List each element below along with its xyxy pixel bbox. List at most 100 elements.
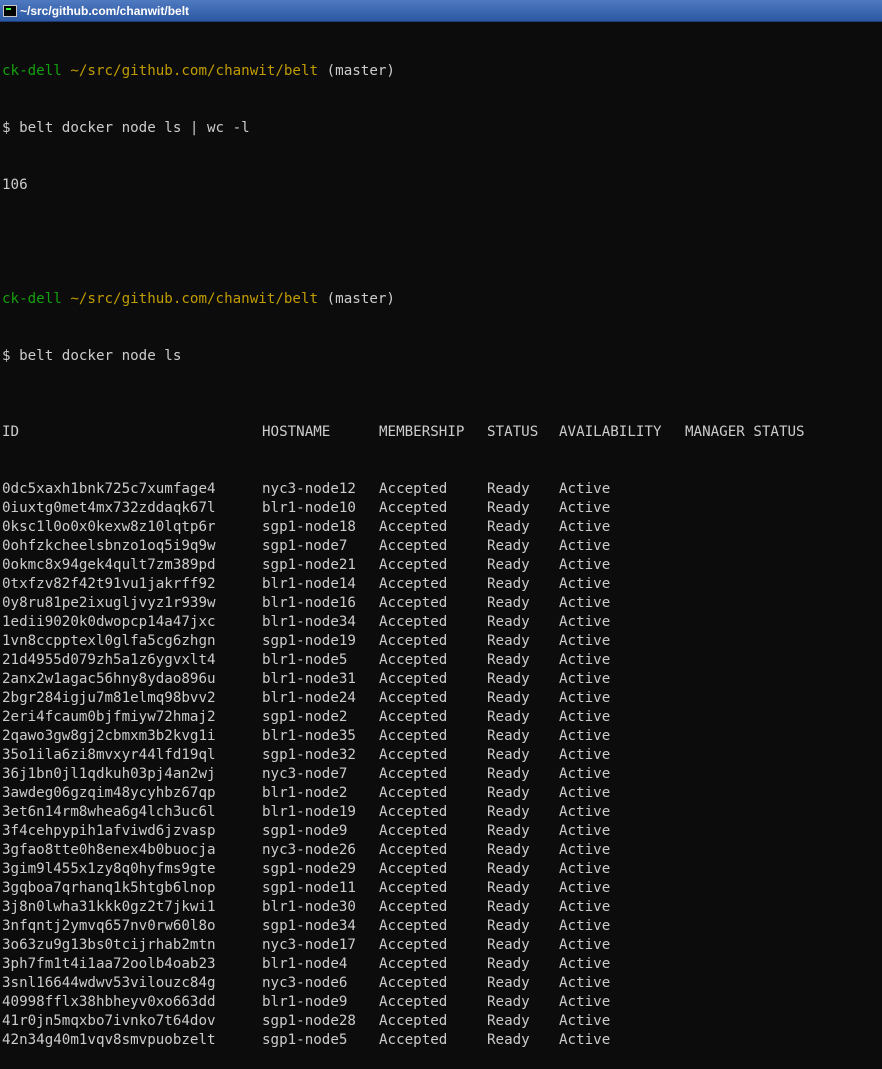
node-membership: Accepted: [379, 994, 448, 1010]
node-status: Ready: [487, 975, 530, 991]
window-titlebar[interactable]: ~/src/github.com/chanwit/belt: [0, 0, 882, 22]
node-id: 41r0jn5mqxbo7ivnko7t64dov: [2, 1013, 216, 1029]
node-list: 0dc5xaxh1bnk725c7xumfage4 nyc3-node12 Acce…: [2, 480, 882, 1050]
node-availability: Active: [559, 766, 611, 782]
node-hostname: sgp1-node21: [262, 557, 356, 573]
header-membership: MEMBERSHIP: [379, 424, 465, 440]
node-membership: Accepted: [379, 918, 448, 934]
node-status: Ready: [487, 519, 530, 535]
table-row: 0dc5xaxh1bnk725c7xumfage4 nyc3-node12 Acce…: [2, 480, 882, 499]
node-id: 0ksc1l0o0x0kexw8z10lqtp6r: [2, 519, 216, 535]
table-row: 3j8n0lwha31kkk0gz2t7jkwi1 blr1-node30 Acce…: [2, 898, 882, 917]
node-membership: Accepted: [379, 1013, 448, 1029]
node-availability: Active: [559, 880, 611, 896]
node-membership: Accepted: [379, 975, 448, 991]
node-membership: Accepted: [379, 538, 448, 554]
node-hostname: blr1-node24: [262, 690, 356, 706]
node-availability: Active: [559, 595, 611, 611]
node-status: Ready: [487, 614, 530, 630]
node-hostname: sgp1-node19: [262, 633, 356, 649]
node-status: Ready: [487, 595, 530, 611]
terminal-output[interactable]: ck-dell ~/src/github.com/chanwit/belt (m…: [0, 22, 882, 1069]
node-id: 0txfzv82f42t91vu1jakrff92: [2, 576, 216, 592]
table-row: 3gim9l455x1zy8q0hyfms9gte sgp1-node29 Acce…: [2, 860, 882, 879]
table-row: 3gqboa7qrhanq1k5htgb6lnop sgp1-node11 Acce…: [2, 879, 882, 898]
node-membership: Accepted: [379, 766, 448, 782]
table-row: 1vn8ccpptexl0glfa5cg6zhgn sgp1-node19 Acce…: [2, 632, 882, 651]
terminal-app-icon[interactable]: [3, 4, 17, 17]
node-status: Ready: [487, 728, 530, 744]
node-availability: Active: [559, 842, 611, 858]
node-id: 1vn8ccpptexl0glfa5cg6zhgn: [2, 633, 216, 649]
node-availability: Active: [559, 804, 611, 820]
table-row: 2anx2w1agac56hny8ydao896u blr1-node31 Acce…: [2, 670, 882, 689]
table-row: 3et6n14rm8whea6g4lch3uc6l blr1-node19 Acce…: [2, 803, 882, 822]
node-hostname: blr1-node10: [262, 500, 356, 516]
node-hostname: nyc3-node26: [262, 842, 356, 858]
node-availability: Active: [559, 728, 611, 744]
node-status: Ready: [487, 1013, 530, 1029]
header-availability: AVAILABILITY: [559, 424, 662, 440]
node-hostname: blr1-node34: [262, 614, 356, 630]
table-row: 3nfqntj2ymvq657nv0rw60l8o sgp1-node34 Acce…: [2, 917, 882, 936]
node-membership: Accepted: [379, 823, 448, 839]
node-membership: Accepted: [379, 671, 448, 687]
command-output: 106: [2, 177, 28, 193]
node-membership: Accepted: [379, 861, 448, 877]
node-hostname: sgp1-node32: [262, 747, 356, 763]
header-hostname: HOSTNAME: [262, 424, 331, 440]
node-id: 0okmc8x94gek4qult7zm389pd: [2, 557, 216, 573]
table-row: 40998fflx38hbheyv0xo663dd blr1-node9 Accep…: [2, 993, 882, 1012]
prompt-path: ~/src/github.com/chanwit/belt: [70, 291, 319, 307]
node-id: 0ohfzkcheelsbnzo1oq5i9q9w: [2, 538, 216, 554]
node-status: Ready: [487, 880, 530, 896]
node-id: 2eri4fcaum0bjfmiyw72hmaj2: [2, 709, 216, 725]
prompt-user: ck-dell: [2, 291, 62, 307]
node-membership: Accepted: [379, 899, 448, 915]
node-id: 3j8n0lwha31kkk0gz2t7jkwi1: [2, 899, 216, 915]
node-hostname: sgp1-node28: [262, 1013, 356, 1029]
node-id: 3f4cehpypih1afviwd6jzvasp: [2, 823, 216, 839]
node-availability: Active: [559, 576, 611, 592]
prompt-line: ck-dell ~/src/github.com/chanwit/belt (m…: [2, 290, 882, 309]
node-hostname: blr1-node14: [262, 576, 356, 592]
table-row: 42n34g40m1vqv8smvpuobzelt sgp1-node5 Accep…: [2, 1031, 882, 1050]
node-hostname: sgp1-node5: [262, 1032, 348, 1048]
table-row: 3f4cehpypih1afviwd6jzvasp sgp1-node9 Accep…: [2, 822, 882, 841]
node-id: 0iuxtg0met4mx732zddaqk67l: [2, 500, 216, 516]
node-id: 42n34g40m1vqv8smvpuobzelt: [2, 1032, 216, 1048]
node-availability: Active: [559, 937, 611, 953]
node-id: 1edii9020k0dwopcp14a47jxc: [2, 614, 216, 630]
node-status: Ready: [487, 690, 530, 706]
node-status: Ready: [487, 842, 530, 858]
table-row: 3ph7fm1t4i1aa72oolb4oab23 blr1-node4 Accep…: [2, 955, 882, 974]
node-membership: Accepted: [379, 614, 448, 630]
node-membership: Accepted: [379, 595, 448, 611]
node-availability: Active: [559, 861, 611, 877]
node-membership: Accepted: [379, 576, 448, 592]
node-status: Ready: [487, 956, 530, 972]
header-status: STATUS: [487, 424, 539, 440]
node-status: Ready: [487, 994, 530, 1010]
prompt-branch: (master): [326, 63, 395, 79]
node-status: Ready: [487, 633, 530, 649]
table-row: 3gfao8tte0h8enex4b0buocja nyc3-node26 Acce…: [2, 841, 882, 860]
node-id: 2bgr284igju7m81elmq98bvv2: [2, 690, 216, 706]
node-id: 2qawo3gw8gj2cbmxm3b2kvg1i: [2, 728, 216, 744]
node-id: 3awdeg06gzqim48ycyhbz67qp: [2, 785, 216, 801]
table-row: 3awdeg06gzqim48ycyhbz67qp blr1-node2 Accep…: [2, 784, 882, 803]
node-hostname: sgp1-node11: [262, 880, 356, 896]
header-id: ID: [2, 424, 20, 440]
node-id: 21d4955d079zh5a1z6ygvxlt4: [2, 652, 216, 668]
node-status: Ready: [487, 766, 530, 782]
prompt-path: ~/src/github.com/chanwit/belt: [70, 63, 319, 79]
table-row: 2bgr284igju7m81elmq98bvv2 blr1-node24 Acce…: [2, 689, 882, 708]
node-status: Ready: [487, 899, 530, 915]
node-hostname: sgp1-node34: [262, 918, 356, 934]
table-row: 1edii9020k0dwopcp14a47jxc blr1-node34 Acce…: [2, 613, 882, 632]
node-status: Ready: [487, 576, 530, 592]
prompt-user: ck-dell: [2, 63, 62, 79]
node-availability: Active: [559, 481, 611, 497]
node-membership: Accepted: [379, 956, 448, 972]
node-membership: Accepted: [379, 519, 448, 535]
